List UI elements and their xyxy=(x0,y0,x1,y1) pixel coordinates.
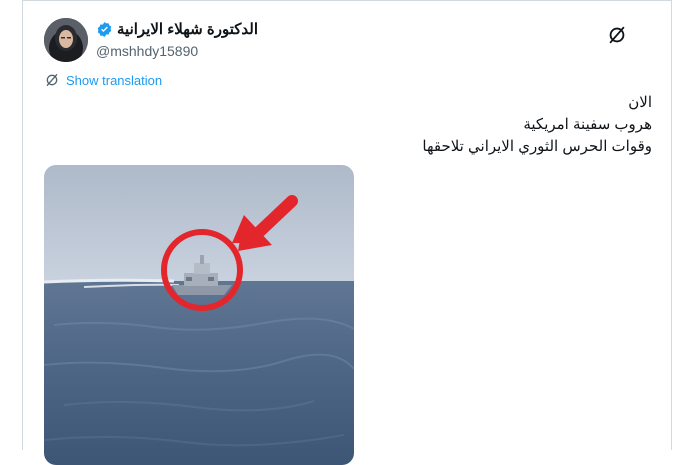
show-translation-link[interactable]: Show translation xyxy=(44,72,162,88)
tweet-line: هروب سفينة امريكية xyxy=(523,116,652,133)
author-display-name[interactable]: الدكتورة شهلاء الايرانية xyxy=(117,20,258,38)
tweet-line: وقوات الحرس الثوري الايراني تلاحقها xyxy=(422,138,652,155)
avatar[interactable] xyxy=(44,18,88,62)
tweet-text: الان هروب سفينة امريكية وقوات الحرس الثو… xyxy=(232,92,652,158)
author-display-name-row[interactable]: الدكتورة شهلاء الايرانية xyxy=(96,20,258,38)
tweet-media[interactable] xyxy=(44,165,354,465)
author-handle[interactable]: @mshhdy15890 xyxy=(96,43,198,59)
show-translation-label[interactable]: Show translation xyxy=(66,73,162,88)
card-border-right xyxy=(671,0,672,450)
avatar-woman-hijab-icon xyxy=(44,18,88,62)
verified-badge-icon xyxy=(97,21,112,37)
card-border-left xyxy=(22,0,23,450)
grok-icon[interactable] xyxy=(606,24,628,46)
card-border-top xyxy=(22,0,672,1)
translate-icon xyxy=(46,74,58,86)
ship-at-sea-image xyxy=(44,165,354,465)
tweet-line: الان xyxy=(628,94,652,111)
